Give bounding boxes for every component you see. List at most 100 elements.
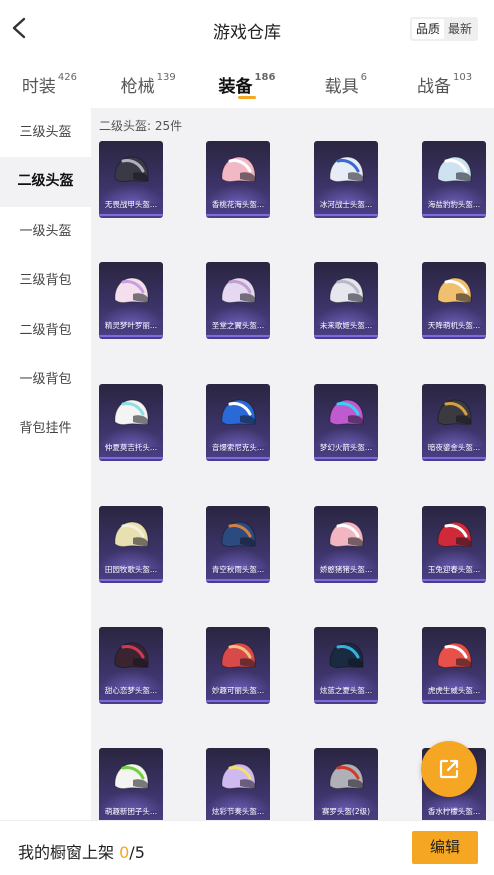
item-name: 妙趣可丽头盔... [211, 686, 265, 695]
item-name: 赛罗头盔(2级) [321, 807, 371, 816]
item-card[interactable]: 海盐豹豹头盔... [422, 141, 486, 218]
helmet-icon [221, 156, 256, 183]
item-name: 青空秋雨头盔... [211, 565, 265, 574]
item-card[interactable]: 圣堂之翼头盔... [206, 262, 270, 339]
sidebar-item-level3-backpack[interactable]: 三级背包 [0, 256, 91, 305]
rarity-bar [206, 700, 270, 702]
helmet-icon [329, 763, 364, 790]
sort-option-newest[interactable]: 最新 [444, 19, 476, 39]
tab-count: 6 [360, 72, 367, 83]
rarity-bar [206, 579, 270, 581]
helmet-icon [221, 277, 256, 304]
item-card[interactable]: 赛罗头盔(2级) [314, 748, 378, 820]
rarity-bar [422, 579, 486, 581]
sidebar: 三级头盔 二级头盔 一级头盔 三级背包 二级背包 一级背包 背包挂件 [0, 108, 91, 828]
helmet-icon [329, 521, 364, 548]
helmet-icon [114, 156, 149, 183]
rarity-bar [99, 335, 163, 337]
item-card[interactable]: 未来歌姬头盔... [314, 262, 378, 339]
sidebar-item-level3-helmet[interactable]: 三级头盔 [0, 108, 91, 157]
item-card[interactable]: 炫彩节奏头盔... [206, 748, 270, 820]
rarity-bar [206, 335, 270, 337]
sidebar-item-level2-backpack[interactable]: 二级背包 [0, 306, 91, 355]
item-card[interactable]: 青空秋雨头盔... [206, 506, 270, 583]
item-name: 萌趣新团子头... [104, 807, 158, 816]
rarity-bar [206, 457, 270, 459]
item-list-panel[interactable]: 二级头盔: 25件 无畏战甲头盔... 香桃花海头盔... 冰河战士头盔... 海盐豹… [91, 108, 494, 820]
item-name: 梦幻火箭头盔... [319, 443, 373, 452]
tab-guns[interactable]: 枪械 139 [99, 58, 198, 106]
item-name: 暗夜鎏金头盔... [427, 443, 481, 452]
item-name: 香水柠檬头盔... [427, 807, 481, 816]
helmet-icon [437, 521, 472, 548]
sidebar-item-level2-helmet[interactable]: 二级头盔 [0, 157, 91, 207]
sidebar-item-level1-helmet[interactable]: 一级头盔 [0, 207, 91, 256]
category-tabs: 时装 426 枪械 139 装备 186 载具 6 战备 103 [0, 58, 494, 106]
rarity-bar [314, 579, 378, 581]
item-card[interactable]: 甜心恋梦头盔... [99, 627, 163, 704]
item-card[interactable]: 仲夏莫吉托头... [99, 384, 163, 461]
rarity-bar [422, 335, 486, 337]
item-card[interactable]: 妙趣可丽头盔... [206, 627, 270, 704]
item-card[interactable]: 冰河战士头盔... [314, 141, 378, 218]
item-card[interactable]: 玉兔迎春头盔... [422, 506, 486, 583]
active-tab-indicator [237, 96, 256, 99]
sort-option-quality[interactable]: 品质 [411, 19, 444, 39]
sort-toggle[interactable]: 品质 最新 [409, 17, 478, 41]
tab-equipment[interactable]: 装备 186 [198, 58, 297, 106]
helmet-icon [329, 399, 364, 426]
item-name: 天降萌机头盔... [427, 321, 481, 330]
rarity-bar [99, 700, 163, 702]
helmet-icon [329, 642, 364, 669]
item-card[interactable]: 香桃花海头盔... [206, 141, 270, 218]
helmet-icon [114, 763, 149, 790]
helmet-icon [221, 521, 256, 548]
item-card[interactable]: 无畏战甲头盔... [99, 141, 163, 218]
tab-count: 139 [156, 72, 176, 83]
item-card[interactable]: 娇憨猪猪头盔... [314, 506, 378, 583]
item-card[interactable]: 精灵梦叶罗丽... [99, 262, 163, 339]
item-name: 冰河战士头盔... [319, 200, 373, 209]
tab-count: 186 [254, 72, 276, 83]
rarity-bar [314, 214, 378, 216]
shelf-status: 我的橱窗上架 0/5 [18, 839, 145, 863]
item-card[interactable]: 萌趣新团子头... [99, 748, 163, 820]
shelf-current-count: 0 [119, 843, 130, 862]
edit-button[interactable]: 编辑 [412, 831, 478, 864]
tab-label: 装备 [218, 77, 253, 97]
helmet-icon [114, 642, 149, 669]
tab-fashion[interactable]: 时装 426 [0, 58, 99, 106]
item-name: 香桃花海头盔... [211, 200, 265, 209]
rarity-bar [99, 457, 163, 459]
item-card[interactable]: 田园牧歌头盔... [99, 506, 163, 583]
item-name: 精灵梦叶罗丽... [104, 321, 158, 330]
tab-supplies[interactable]: 战备 103 [395, 58, 494, 106]
item-card[interactable]: 暗夜鎏金头盔... [422, 384, 486, 461]
rarity-bar [422, 700, 486, 702]
tab-label: 时装 [21, 77, 56, 97]
sidebar-item-backpack-charm[interactable]: 背包挂件 [0, 404, 91, 453]
item-card[interactable]: 音爆索尼克头... [206, 384, 270, 461]
rarity-bar [314, 457, 378, 459]
item-card[interactable]: 天降萌机头盔... [422, 262, 486, 339]
helmet-icon [329, 277, 364, 304]
item-card[interactable]: 炫蓝之夏头盔... [314, 627, 378, 704]
helmet-icon [114, 399, 149, 426]
item-name: 未来歌姬头盔... [319, 321, 373, 330]
tab-vehicles[interactable]: 载具 6 [296, 58, 395, 106]
helmet-icon [221, 763, 256, 790]
tab-label: 枪械 [120, 77, 155, 97]
helmet-icon [437, 277, 472, 304]
helmet-icon [114, 521, 149, 548]
tab-count: 103 [453, 72, 473, 83]
item-name: 炫彩节奏头盔... [211, 807, 265, 816]
item-name: 田园牧歌头盔... [104, 565, 158, 574]
rarity-bar [422, 457, 486, 459]
item-name: 虎虎生威头盔... [427, 686, 481, 695]
external-link-icon [439, 759, 459, 779]
sidebar-item-level1-backpack[interactable]: 一级背包 [0, 355, 91, 404]
share-button[interactable] [421, 741, 477, 797]
item-card[interactable]: 虎虎生威头盔... [422, 627, 486, 704]
rarity-bar [99, 579, 163, 581]
item-card[interactable]: 梦幻火箭头盔... [314, 384, 378, 461]
